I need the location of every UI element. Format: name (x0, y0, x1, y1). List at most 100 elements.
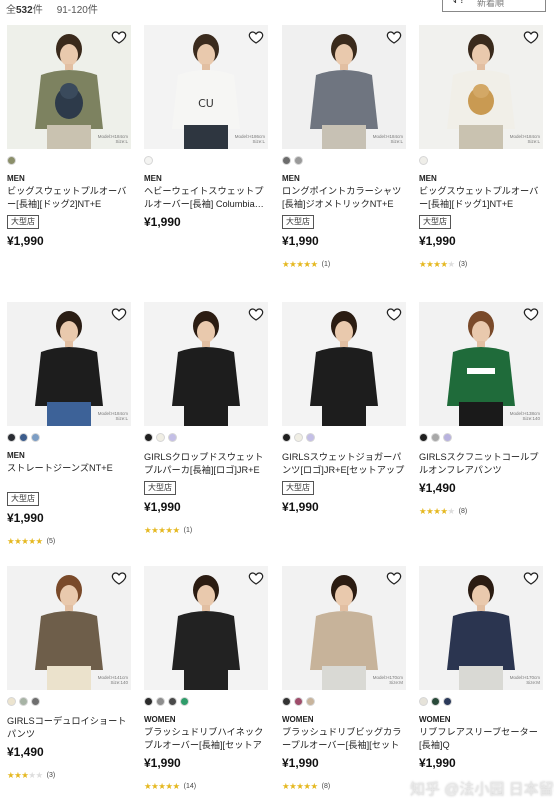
product-image[interactable]: Model:H184cm Size:L (7, 25, 131, 149)
color-swatch[interactable] (168, 433, 177, 442)
color-swatch[interactable] (419, 433, 428, 442)
favorite-heart-icon[interactable] (523, 29, 539, 45)
color-swatch[interactable] (431, 433, 440, 442)
color-swatch[interactable] (180, 697, 189, 706)
rating: ★★★★★ (3) (419, 256, 468, 269)
product-name[interactable]: GIRLSスウェットジョガーパンツ[ロゴ]JR+E[セットアップ可能] (282, 451, 406, 477)
product-image[interactable]: Model:H184cm Size:L (7, 302, 131, 426)
favorite-heart-icon[interactable] (386, 570, 402, 586)
product-card[interactable]: GIRLSスウェットジョガーパンツ[ロゴ]JR+E[セットアップ可能] 大型店 ¥1… (282, 302, 406, 542)
star-rating-icon: ★★★★★ (7, 536, 43, 547)
favorite-heart-icon[interactable] (111, 570, 127, 586)
color-swatch[interactable] (31, 433, 40, 442)
color-swatch[interactable] (168, 697, 177, 706)
color-swatch[interactable] (144, 697, 153, 706)
color-swatch[interactable] (443, 697, 452, 706)
product-name[interactable]: ロングポイントカラーシャツ[長袖]ジオメトリックNT+E (282, 185, 406, 211)
favorite-heart-icon[interactable] (248, 570, 264, 586)
color-swatch[interactable] (431, 697, 440, 706)
favorite-heart-icon[interactable] (523, 570, 539, 586)
review-count[interactable]: (14) (184, 783, 196, 790)
color-swatch[interactable] (7, 697, 16, 706)
review-count[interactable]: (8) (322, 783, 331, 790)
color-swatch[interactable] (7, 433, 16, 442)
product-card[interactable]: Model:H170cm Size:M WOMEN ブラッシュドリブビッグカラープル… (282, 566, 406, 806)
product-gender: MEN (7, 451, 25, 460)
color-swatch[interactable] (144, 433, 153, 442)
product-name[interactable]: ブラッシュドリブハイネックプルオーバー[長袖][セットアップ… (144, 726, 268, 752)
color-swatch[interactable] (282, 156, 291, 165)
review-count[interactable]: (3) (459, 261, 468, 268)
color-swatch[interactable] (443, 433, 452, 442)
product-card[interactable]: WOMEN ブラッシュドリブハイネックプルオーバー[長袖][セットアップ… ¥1,9… (144, 566, 268, 806)
favorite-heart-icon[interactable] (386, 29, 402, 45)
review-count[interactable]: (1) (322, 261, 331, 268)
color-swatch[interactable] (419, 697, 428, 706)
product-name[interactable]: ヘビーウェイトスウェットプルオーバー[長袖] Columbia… (144, 185, 268, 211)
model-size-note: Model:H186cm Size:L (234, 134, 265, 144)
product-card[interactable]: Model:H138cm Size:140 GIRLSスクフニットコールプルオンフ… (419, 302, 543, 542)
product-price: ¥1,990 (419, 234, 456, 248)
favorite-heart-icon[interactable] (386, 306, 402, 322)
favorite-heart-icon[interactable] (248, 306, 264, 322)
color-swatch[interactable] (306, 433, 315, 442)
product-card[interactable]: Model:H184cm Size:L MEN ロングポイントカラーシャツ[長袖]ジ… (282, 25, 406, 269)
store-badge: 大型店 (282, 481, 314, 495)
color-swatch[interactable] (282, 433, 291, 442)
product-card[interactable]: Model:H184cm Size:L MEN ストレートジーンズNT+E 大型店 ¥1… (7, 302, 131, 546)
color-swatch[interactable] (419, 156, 428, 165)
product-gender: MEN (419, 174, 437, 183)
color-swatch[interactable] (156, 433, 165, 442)
product-name[interactable]: ストレートジーンズNT+E (7, 462, 131, 488)
sort-icon: ⇃⁞ (451, 0, 464, 6)
review-count[interactable]: (8) (459, 508, 468, 515)
color-swatches (282, 156, 306, 166)
color-swatch[interactable] (7, 156, 16, 165)
product-image[interactable]: Model:H184cm Size:L (419, 25, 543, 149)
model-size-note: Model:H184cm Size:L (97, 134, 128, 144)
color-swatch[interactable] (144, 156, 153, 165)
product-name[interactable]: ビッグスウェットプルオーバー[長袖][ドッグ1]NT+E (419, 185, 543, 211)
product-name[interactable]: GIRLSコーデュロイショートパンツ (7, 715, 131, 741)
review-count[interactable]: (1) (184, 527, 193, 534)
product-image[interactable] (144, 302, 268, 426)
product-card[interactable]: Model:H184cm Size:L MEN ビッグスウェットプルオーバー[長袖]… (419, 25, 543, 269)
product-price: ¥1,990 (282, 234, 319, 248)
favorite-heart-icon[interactable] (111, 306, 127, 322)
color-swatches (7, 156, 19, 166)
color-swatch[interactable] (31, 697, 40, 706)
sort-dropdown[interactable]: ⇃⁞ 新着順 (442, 0, 546, 12)
product-image[interactable]: CU Model:H186cm Size:L (144, 25, 268, 149)
favorite-heart-icon[interactable] (111, 29, 127, 45)
product-card[interactable]: Model:H170cm Size:M WOMEN リブフレアスリーブセーター[長袖… (419, 566, 543, 806)
product-name[interactable]: ビッグスウェットプルオーバー[長袖][ドッグ2]NT+E (7, 185, 131, 211)
product-name[interactable]: GIRLSクロップドスウェットプルパーカ[長袖][ロゴ]JR+E[セ… (144, 451, 268, 477)
color-swatch[interactable] (294, 156, 303, 165)
product-image[interactable]: Model:H170cm Size:M (419, 566, 543, 690)
product-name[interactable]: ブラッシュドリブビッグカラープルオーバー[長袖][セットアップ… (282, 726, 406, 752)
review-count[interactable]: (3) (47, 772, 56, 779)
color-swatch[interactable] (282, 697, 291, 706)
color-swatch[interactable] (156, 697, 165, 706)
color-swatch[interactable] (294, 697, 303, 706)
product-card[interactable]: Model:H184cm Size:L MEN ビッグスウェットプルオーバー[長袖]… (7, 25, 131, 265)
color-swatch[interactable] (306, 697, 315, 706)
product-name[interactable]: リブフレアスリーブセーター[長袖]Q (419, 726, 543, 752)
rating: ★★★★★ (14) (144, 778, 196, 791)
color-swatch[interactable] (294, 433, 303, 442)
product-image[interactable] (282, 302, 406, 426)
product-image[interactable]: Model:H138cm Size:140 (419, 302, 543, 426)
product-image[interactable] (144, 566, 268, 690)
product-image[interactable]: Model:H170cm Size:M (282, 566, 406, 690)
product-card[interactable]: CU Model:H186cm Size:L MEN ヘビーウェイトスウェットプルオー… (144, 25, 268, 265)
product-image[interactable]: Model:H184cm Size:L (282, 25, 406, 149)
product-card[interactable]: Model:H141cm Size:140 GIRLSコーデュロイショートパンツ ¥… (7, 566, 131, 806)
favorite-heart-icon[interactable] (248, 29, 264, 45)
color-swatch[interactable] (19, 433, 28, 442)
product-card[interactable]: GIRLSクロップドスウェットプルパーカ[長袖][ロゴ]JR+E[セ… 大型店 ¥1… (144, 302, 268, 542)
favorite-heart-icon[interactable] (523, 306, 539, 322)
color-swatch[interactable] (19, 697, 28, 706)
product-name[interactable]: GIRLSスクフニットコールプルオンフレアパンツ (419, 451, 543, 477)
review-count[interactable]: (5) (47, 538, 56, 545)
product-image[interactable]: Model:H141cm Size:140 (7, 566, 131, 690)
